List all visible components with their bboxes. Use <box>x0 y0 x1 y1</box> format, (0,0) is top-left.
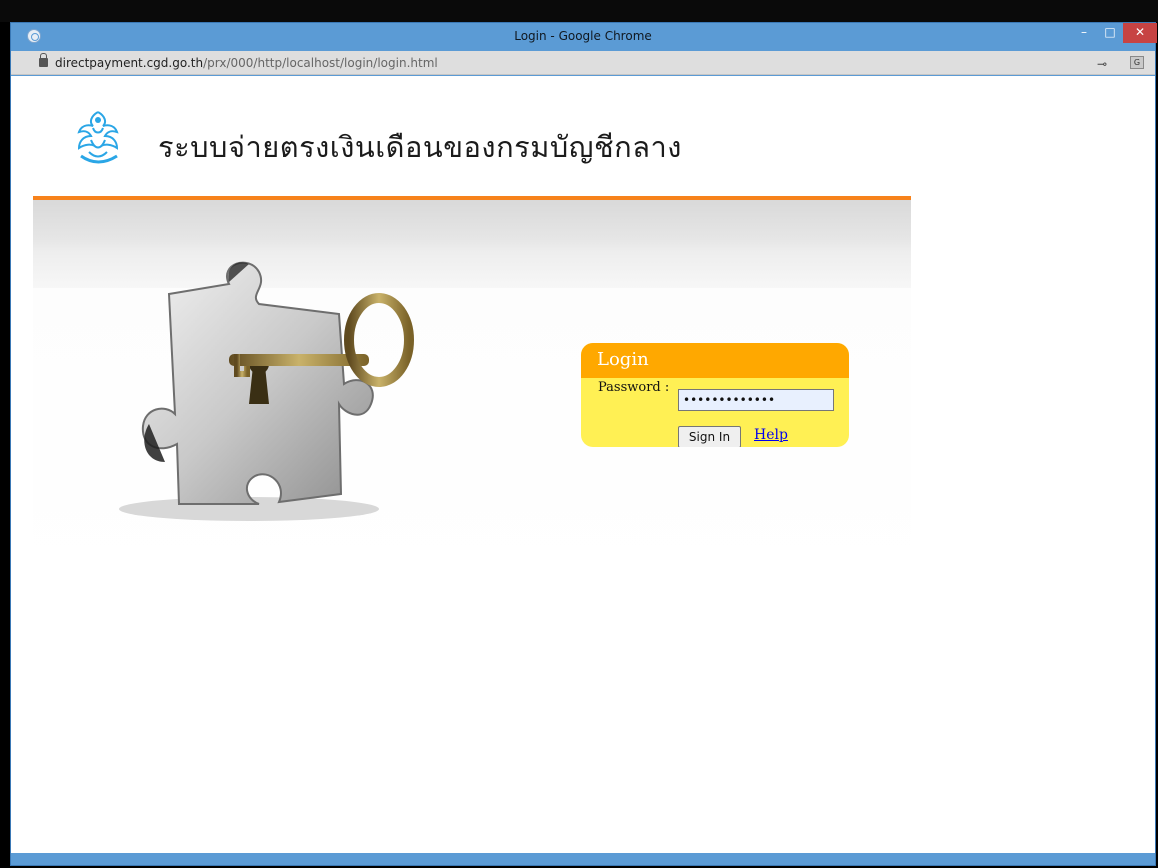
puzzle-key-illustration <box>119 261 414 521</box>
garuda-logo <box>77 111 119 164</box>
login-panel: Login Password : Sign In Help <box>581 343 849 447</box>
lock-icon[interactable] <box>39 53 48 67</box>
key-icon[interactable]: ⊸ <box>1097 57 1107 71</box>
title-bar[interactable]: Login - Google Chrome – □ ✕ <box>11 23 1157 51</box>
close-button[interactable]: ✕ <box>1123 23 1157 43</box>
password-field[interactable] <box>678 389 834 411</box>
translate-icon[interactable]: G <box>1130 56 1144 69</box>
browser-window: Login - Google Chrome – □ ✕ directpaymen… <box>10 22 1157 866</box>
url-host: directpayment.cgd.go.th <box>55 56 204 70</box>
site-title: ระบบจ่ายตรงเงินเดือนของกรมบัญชีกลาง <box>158 130 682 164</box>
minimize-button[interactable]: – <box>1071 23 1097 43</box>
page-header: ระบบจ่ายตรงเงินเดือนของกรมบัญชีกลาง <box>33 76 911 196</box>
password-label: Password : <box>598 380 670 395</box>
page-viewport: ระบบจ่ายตรงเงินเดือนของกรมบัญชีกลาง Logi… <box>11 76 1155 853</box>
window-title: Login - Google Chrome <box>514 29 652 43</box>
address-bar[interactable]: directpayment.cgd.go.th/prx/000/http/loc… <box>11 51 1155 75</box>
sign-in-button[interactable]: Sign In <box>678 426 741 447</box>
url-path: /prx/000/http/localhost/login/login.html <box>203 56 438 70</box>
login-title: Login <box>581 343 849 378</box>
help-link[interactable]: Help <box>754 427 788 443</box>
url-text[interactable]: directpayment.cgd.go.th/prx/000/http/loc… <box>55 56 438 70</box>
desktop-background <box>0 0 1158 22</box>
maximize-button[interactable]: □ <box>1097 23 1123 43</box>
